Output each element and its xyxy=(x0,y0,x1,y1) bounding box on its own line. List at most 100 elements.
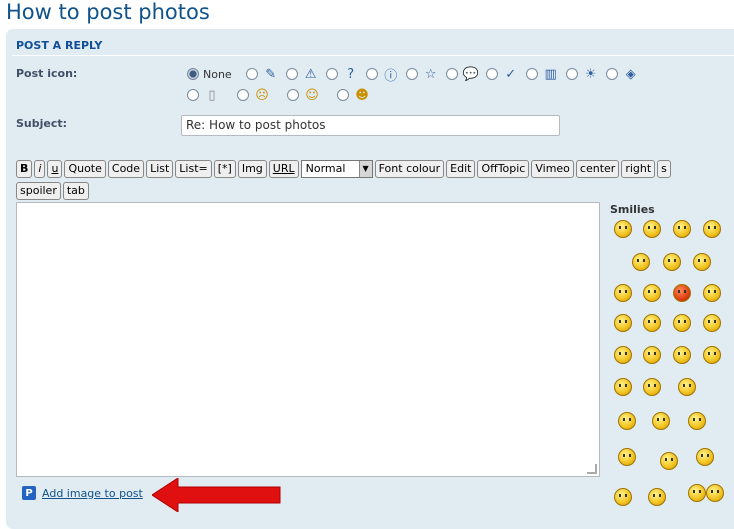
star-icon: ☆ xyxy=(424,66,437,82)
subject-input[interactable]: Re: How to post photos xyxy=(181,115,560,136)
post-icon-option-sad[interactable]: ☹ xyxy=(237,87,271,103)
smiley-icon[interactable] xyxy=(706,484,724,502)
post-icon-option-lightbulb[interactable]: ☀ xyxy=(565,66,600,82)
subject-label: Subject: xyxy=(16,117,68,130)
img-button[interactable]: Img xyxy=(237,160,267,178)
spoiler-button[interactable]: spoiler xyxy=(16,182,61,200)
radio-question[interactable] xyxy=(325,68,338,80)
pencil-icon: ✎ xyxy=(265,66,277,82)
url-button[interactable]: URL xyxy=(268,160,299,178)
smilies-title: Smilies xyxy=(610,203,655,216)
radio-sad[interactable] xyxy=(237,89,249,101)
quote-button[interactable]: Quote xyxy=(64,160,106,178)
post-icon-option-pencil[interactable]: ✎ xyxy=(245,66,280,82)
bold-button[interactable]: B xyxy=(16,160,33,178)
radio-tag[interactable] xyxy=(605,68,618,80)
post-icon-option-check[interactable]: ✓ xyxy=(485,66,520,82)
smiley-icon[interactable] xyxy=(673,346,691,364)
radio-check[interactable] xyxy=(485,68,498,80)
smiley-icon[interactable] xyxy=(643,220,661,238)
smiley-icon[interactable] xyxy=(618,412,636,430)
smiley-icon[interactable] xyxy=(614,346,632,364)
font-size-select[interactable]: Normal ▼ xyxy=(300,160,373,178)
smiley-icon[interactable] xyxy=(614,220,632,238)
smiley-icon[interactable] xyxy=(703,220,721,238)
post-icon-row-1: None ✎ ⚠ ? ⓘ ☆ 💬 ✓ ▥ ☀ ◈ xyxy=(187,66,646,84)
radio-pencil[interactable] xyxy=(245,68,258,80)
radio-info[interactable] xyxy=(365,68,378,80)
post-icon-option-speech[interactable]: 💬 xyxy=(445,66,480,82)
smiley-icon[interactable] xyxy=(696,448,714,466)
post-icon-option-info[interactable]: ⓘ xyxy=(365,66,400,84)
radio-grin[interactable] xyxy=(287,89,299,101)
radio-warning[interactable] xyxy=(285,68,298,80)
smiley-icon[interactable] xyxy=(643,346,661,364)
offtopic-button[interactable]: OffTopic xyxy=(477,160,530,178)
grin-icon: ☺ xyxy=(305,87,319,103)
tongue-icon: ☻ xyxy=(355,87,369,103)
radio-rip[interactable] xyxy=(187,89,199,101)
radio-film[interactable] xyxy=(525,68,538,80)
smiley-icon[interactable] xyxy=(703,284,721,302)
post-icon-option-warning[interactable]: ⚠ xyxy=(285,66,320,82)
smiley-icon[interactable] xyxy=(652,412,670,430)
radio-lightbulb[interactable] xyxy=(565,68,578,80)
radio-star[interactable] xyxy=(405,68,418,80)
resize-grip-icon[interactable] xyxy=(587,464,597,474)
tab-button[interactable]: tab xyxy=(62,182,89,200)
smiley-icon[interactable] xyxy=(663,253,681,271)
post-icon-option-film[interactable]: ▥ xyxy=(525,66,560,82)
photobucket-icon: P xyxy=(22,486,36,500)
smiley-icon[interactable] xyxy=(643,378,661,396)
red-arrow-icon xyxy=(152,478,281,512)
post-icon-option-question[interactable]: ? xyxy=(325,66,360,82)
film-icon: ▥ xyxy=(544,66,557,82)
smiley-icon[interactable] xyxy=(614,378,632,396)
post-icon-option-tag[interactable]: ◈ xyxy=(605,66,640,82)
bbcode-toolbar: Bi u Quote Code List List= [*] Img URL Normal ▼ Fon… xyxy=(16,160,726,204)
radio-tongue[interactable] xyxy=(337,89,349,101)
cool-smiley-icon[interactable] xyxy=(703,314,721,332)
strike-button[interactable]: s xyxy=(657,160,671,178)
smiley-icon[interactable] xyxy=(678,378,696,396)
list-item-button[interactable]: [*] xyxy=(213,160,236,178)
none-label: None xyxy=(203,67,232,81)
smiley-icon[interactable] xyxy=(643,284,661,302)
post-icon-option-none[interactable]: None xyxy=(187,68,240,81)
add-image-link[interactable]: Add image to post xyxy=(42,487,143,500)
post-icon-option-grin[interactable]: ☺ xyxy=(287,87,321,103)
center-button[interactable]: center xyxy=(575,160,620,178)
font-colour-button[interactable]: Font colour xyxy=(374,160,445,178)
angry-smiley-icon[interactable] xyxy=(673,284,691,302)
edit-button[interactable]: Edit xyxy=(446,160,476,178)
smiley-icon[interactable] xyxy=(673,314,691,332)
smiley-icon[interactable] xyxy=(618,448,636,466)
italic-button[interactable]: i xyxy=(34,160,46,178)
right-button[interactable]: right xyxy=(621,160,656,178)
smiley-icon[interactable] xyxy=(614,314,632,332)
radio-speech[interactable] xyxy=(445,68,458,80)
smiley-icon[interactable] xyxy=(688,412,706,430)
add-image-row: P Add image to post xyxy=(22,486,143,500)
smiley-icon[interactable] xyxy=(673,220,691,238)
smiley-icon[interactable] xyxy=(660,452,678,470)
smiley-icon[interactable] xyxy=(648,488,666,506)
post-icon-option-rip[interactable]: ▯ xyxy=(187,87,221,103)
smiley-icon[interactable] xyxy=(643,314,661,332)
post-icon-option-tongue[interactable]: ☻ xyxy=(337,87,371,103)
smiley-icon[interactable] xyxy=(614,284,632,302)
message-textarea[interactable] xyxy=(16,202,600,477)
smiley-icon[interactable] xyxy=(614,488,632,506)
post-icon-row-2: ▯ ☹ ☺ ☻ xyxy=(187,87,377,103)
smiley-icon[interactable] xyxy=(688,484,706,502)
radio-none[interactable] xyxy=(187,68,199,80)
underline-button[interactable]: u xyxy=(47,160,63,178)
smiley-icon[interactable] xyxy=(693,253,711,271)
smiley-icon[interactable] xyxy=(703,346,721,364)
list-numbered-button[interactable]: List= xyxy=(175,160,212,178)
list-button[interactable]: List xyxy=(146,160,174,178)
code-button[interactable]: Code xyxy=(107,160,145,178)
smiley-icon[interactable] xyxy=(632,253,650,271)
vimeo-button[interactable]: Vimeo xyxy=(531,160,574,178)
post-icon-option-star[interactable]: ☆ xyxy=(405,66,440,82)
